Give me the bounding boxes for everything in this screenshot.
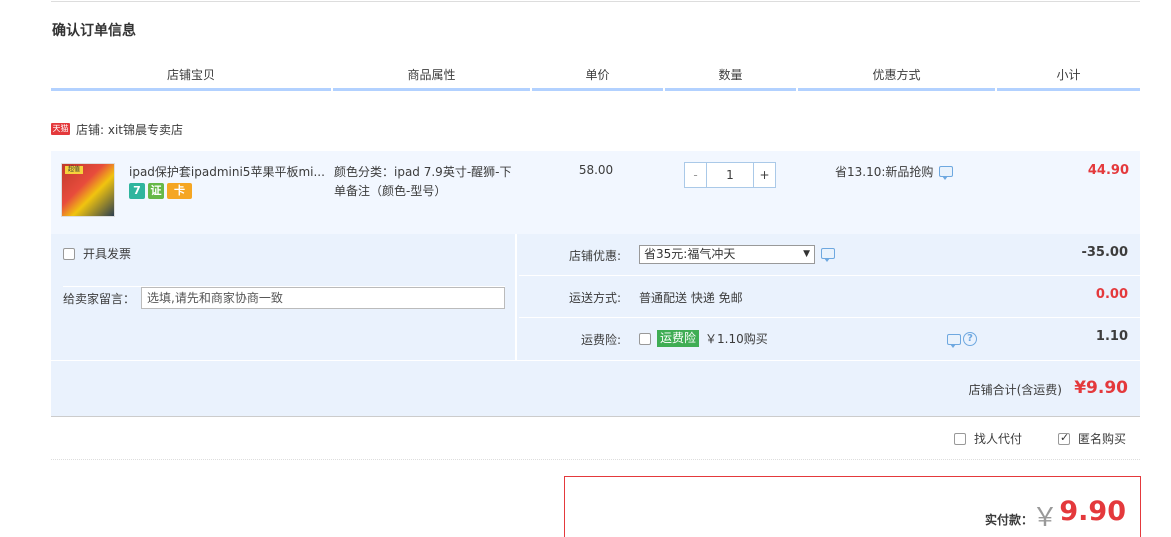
chat-icon[interactable] bbox=[821, 248, 835, 262]
shop-discount-selected: 省35元:福气冲天 bbox=[644, 247, 736, 261]
shop-discount-row: 店铺优惠: 省35元:福气冲天 ▼ -35.00 bbox=[519, 234, 1140, 276]
invoice-option[interactable]: 开具发票 bbox=[63, 245, 131, 262]
col-attributes: 商品属性 bbox=[333, 64, 530, 91]
section-title: 确认订单信息 bbox=[52, 23, 136, 39]
payment-options-row: 找人代付 匿名购买 bbox=[51, 418, 1140, 460]
col-subtotal: 小计 bbox=[997, 64, 1140, 91]
help-icon[interactable]: ? bbox=[963, 332, 977, 346]
proxy-pay-option[interactable]: 找人代付 bbox=[954, 430, 1022, 447]
item-discount: 省13.10:新品抢购 bbox=[835, 163, 954, 180]
shipping-label: 运送方式: bbox=[568, 291, 621, 305]
left-options: 开具发票 给卖家留言： 选填,请先和商家协商一致 bbox=[51, 234, 517, 360]
insurance-row: 运费险: 运费险 ￥1.10购买 ? 1.10 bbox=[519, 318, 1140, 360]
insurance-amount: 1.10 bbox=[1095, 329, 1128, 344]
proxy-pay-label: 找人代付 bbox=[974, 432, 1023, 446]
shipping-amount: 0.00 bbox=[1095, 287, 1128, 302]
seller-message: 给卖家留言： 选填,请先和商家协商一致 bbox=[63, 286, 506, 309]
unit-price: 58.00 bbox=[578, 163, 614, 177]
tmall-icon: 天猫 bbox=[51, 123, 70, 135]
dropdown-arrow-icon: ▼ bbox=[803, 249, 810, 259]
insurance-option[interactable]: 运费险 ￥1.10购买 bbox=[639, 330, 768, 347]
qty-input[interactable]: 1 bbox=[707, 163, 753, 187]
pay-label: 实付款： bbox=[984, 513, 1033, 527]
col-quantity: 数量 bbox=[665, 64, 796, 91]
pay-amount: 9.90 bbox=[1059, 496, 1126, 527]
insurance-price: ￥1.10购买 bbox=[705, 332, 768, 346]
shop-row: 天猫 店铺: xit锦晨专卖店 bbox=[51, 118, 183, 140]
attr-line-1: 颜色分类：ipad 7.9英寸-醒狮-下 bbox=[334, 165, 512, 179]
seven-day-return-icon[interactable]: 7 bbox=[129, 183, 145, 199]
shipping-row: 运送方式: 普通配送 快递 免邮 0.00 bbox=[519, 276, 1140, 318]
product-thumbnail[interactable]: 超值 bbox=[61, 163, 115, 217]
col-price: 单价 bbox=[532, 64, 663, 91]
shop-total-label: 店铺合计(含运费) bbox=[968, 383, 1062, 397]
order-options: 开具发票 给卖家留言： 选填,请先和商家协商一致 店铺优惠: 省35元:福气冲天… bbox=[51, 234, 1140, 360]
insurance-label: 运费险: bbox=[580, 333, 621, 347]
invoice-label: 开具发票 bbox=[83, 247, 132, 261]
column-header: 店铺宝贝 商品属性 单价 数量 优惠方式 小计 bbox=[51, 64, 1140, 91]
item-subtotal: 44.90 bbox=[1087, 163, 1129, 178]
shop-discount-select[interactable]: 省35元:福气冲天 ▼ bbox=[639, 245, 815, 264]
anonymous-label: 匿名购买 bbox=[1078, 432, 1127, 446]
product-title[interactable]: ipad保护套ipadmini5苹果平板mi... bbox=[129, 163, 329, 180]
shop-total-row: 店铺合计(含运费) ¥9.90 bbox=[51, 360, 1140, 417]
right-options: 店铺优惠: 省35元:福气冲天 ▼ -35.00 运送方式: 普通配送 快递 免… bbox=[519, 234, 1140, 360]
insurance-icons: ? bbox=[947, 332, 977, 348]
qty-plus-button[interactable]: + bbox=[753, 163, 775, 187]
shop-discount-label: 店铺优惠: bbox=[568, 249, 621, 263]
anonymous-checkbox[interactable] bbox=[1058, 431, 1070, 445]
chat-icon[interactable] bbox=[939, 166, 954, 180]
quantity-stepper: - 1 + bbox=[684, 162, 776, 188]
insurance-badge: 运费险 bbox=[657, 330, 700, 347]
order-item: 超值 ipad保护套ipadmini5苹果平板mi... 7 证 卡 颜色分类：… bbox=[51, 150, 1140, 234]
col-discount: 优惠方式 bbox=[798, 64, 995, 91]
shipping-method: 普通配送 快递 免邮 bbox=[639, 291, 743, 305]
qty-minus-button[interactable]: - bbox=[685, 163, 707, 187]
top-divider bbox=[51, 0, 1140, 2]
payment-summary: 实付款： ￥ 9.90 bbox=[564, 476, 1141, 537]
attr-line-2: 单备注（颜色-型号） bbox=[334, 184, 447, 198]
shop-discount-amount: -35.00 bbox=[1081, 245, 1128, 260]
credit-card-icon[interactable]: 卡 bbox=[167, 183, 192, 199]
service-badges: 7 证 卡 bbox=[129, 183, 192, 199]
insurance-checkbox[interactable] bbox=[639, 332, 651, 345]
message-label: 给卖家留言： bbox=[63, 291, 136, 306]
anonymous-option[interactable]: 匿名购买 bbox=[1058, 430, 1126, 447]
message-input[interactable]: 选填,请先和商家协商一致 bbox=[141, 287, 506, 309]
chat-icon[interactable] bbox=[947, 333, 961, 348]
invoice-checkbox[interactable] bbox=[63, 247, 75, 260]
certified-icon[interactable]: 证 bbox=[148, 183, 164, 199]
pay-currency: ￥ bbox=[1031, 503, 1058, 533]
shop-name[interactable]: 店铺: xit锦晨专卖店 bbox=[76, 121, 183, 138]
col-shop-item: 店铺宝贝 bbox=[51, 64, 331, 91]
proxy-pay-checkbox[interactable] bbox=[954, 432, 966, 445]
shop-total-value: ¥9.90 bbox=[1074, 378, 1128, 398]
discount-text: 省13.10:新品抢购 bbox=[835, 165, 934, 179]
thumb-tag: 超值 bbox=[65, 166, 83, 174]
product-attributes: 颜色分类：ipad 7.9英寸-醒狮-下 单备注（颜色-型号） bbox=[334, 163, 524, 201]
